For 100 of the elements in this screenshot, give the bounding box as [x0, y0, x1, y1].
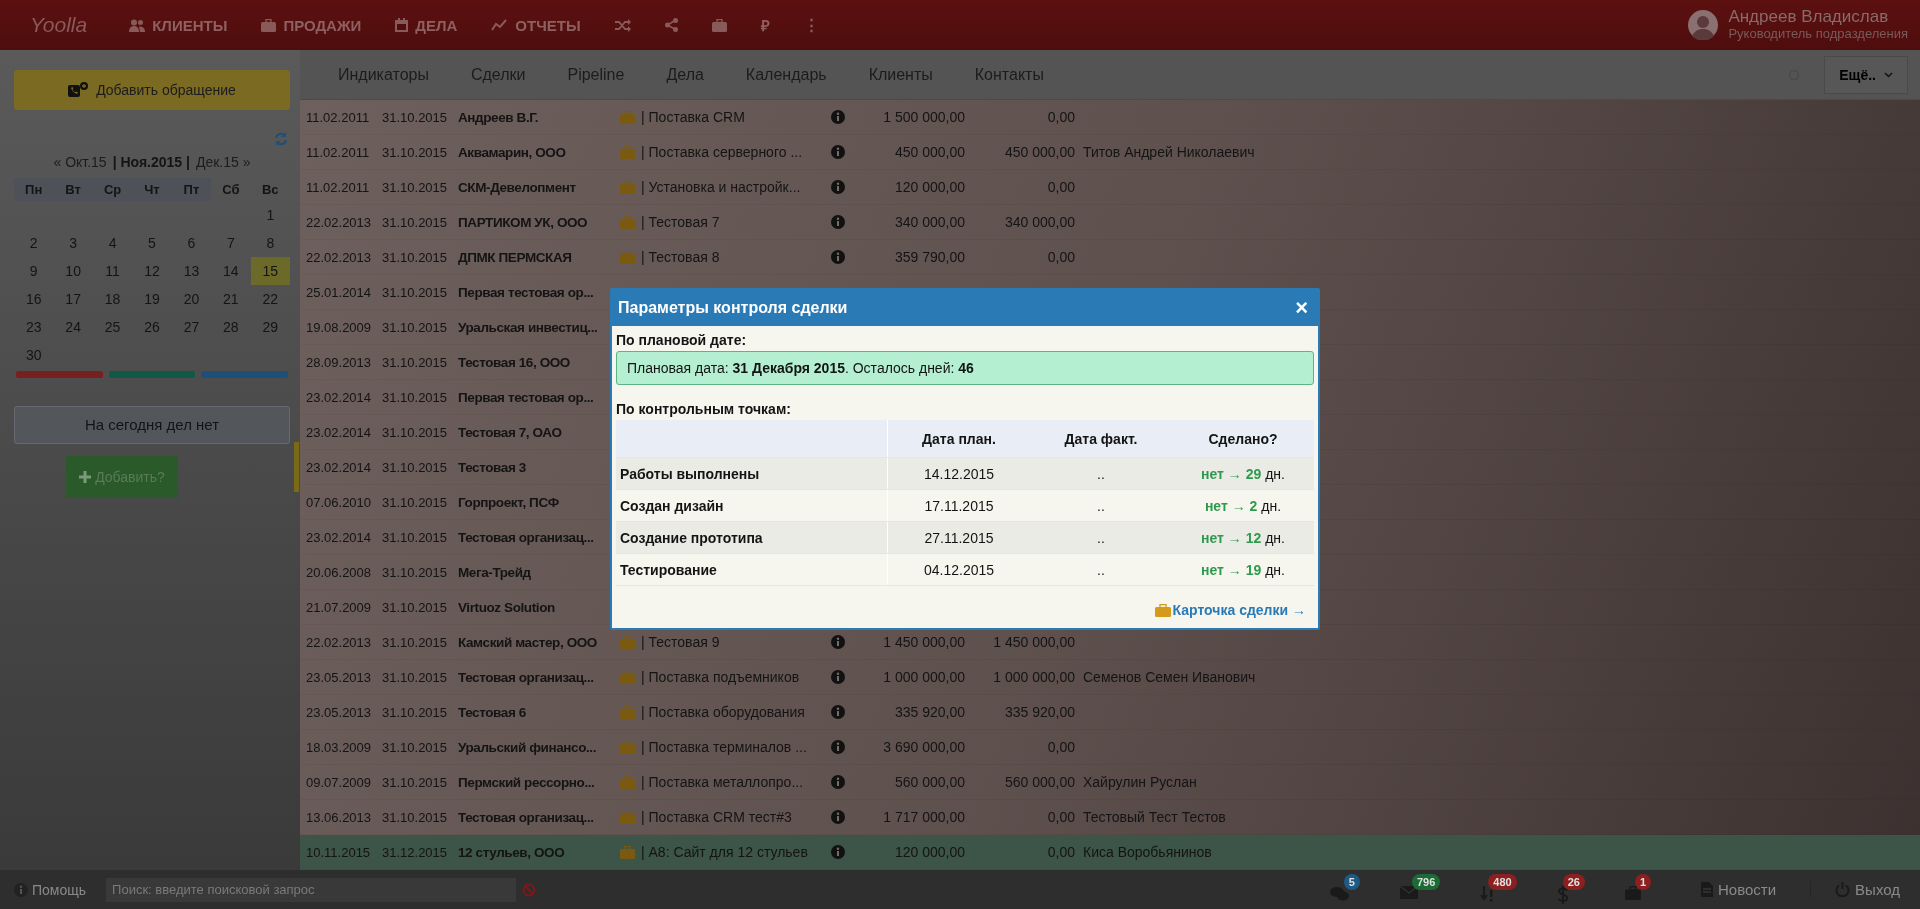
calendar-day[interactable]: 9 [14, 257, 54, 285]
deal-row[interactable]: 23.05.2013 31.10.2015 Тестовая 6 | Поставка оборудования 335 920,00 335 920,00 [300, 695, 1920, 730]
info-icon[interactable] [831, 215, 845, 229]
deal-row[interactable]: 23.05.2013 31.10.2015 Тестовая организац... | Поставка подъемников 1 000 000,00 1 000 000,00 Семенов Семен Иванович [300, 660, 1920, 695]
calendar-day[interactable]: 19 [132, 285, 172, 313]
deal-row[interactable]: 09.07.2009 31.10.2015 Пермский рессорно... | Поставка металлопро... 560 000,00 560 000,00 Хайрулин Руслан [300, 765, 1920, 800]
calendar-day[interactable]: 22 [250, 285, 290, 313]
client-link[interactable]: Андреев В.Г. [458, 109, 620, 125]
client-link[interactable]: ДПМК ПЕРМСКАЯ [458, 249, 620, 265]
calendar-day[interactable]: 16 [14, 285, 54, 313]
deal-link[interactable]: | А8: Сайт для 12 стульев [641, 844, 831, 860]
previous-month-link[interactable]: « Окт.15 [53, 154, 107, 170]
deal-link[interactable]: | Тестовая 7 [641, 214, 831, 230]
nav-link[interactable]: ПРОДАЖИ [261, 16, 362, 34]
deal-row[interactable]: 11.02.2011 31.10.2015 СКМ-Девелопмент | Установка и настройк... 120 000,00 0,00 [300, 170, 1920, 205]
client-link[interactable]: Тестовая организац... [458, 809, 620, 825]
shuffle-icon[interactable] [614, 18, 631, 32]
calendar-day[interactable]: 10 [53, 257, 93, 285]
notification-counter[interactable]: 26 [1556, 873, 1585, 906]
calendar-day[interactable]: 29 [250, 313, 290, 341]
client-link[interactable]: СКМ-Девелопмент [458, 179, 620, 195]
deal-link[interactable]: | Поставка серверного ... [641, 144, 831, 160]
client-link[interactable]: ПАРТИКОМ УК, ООО [458, 214, 620, 230]
client-link[interactable]: Тестовая 6 [458, 704, 620, 720]
share-icon[interactable] [664, 18, 678, 32]
client-link[interactable]: Пермский рессорно... [458, 774, 620, 790]
deal-link[interactable]: | Поставка CRM тест#3 [641, 809, 831, 825]
calendar-day[interactable]: 21 [211, 285, 251, 313]
notification-counter[interactable]: 1 [1624, 873, 1652, 906]
deal-link[interactable]: | Поставка терминалов ... [641, 739, 831, 755]
add-call-button[interactable]: Добавить обращение [14, 70, 290, 110]
tab[interactable]: Индикаторы [338, 65, 429, 84]
calendar-day[interactable]: 1 [250, 201, 290, 229]
deal-link[interactable]: | Поставка подъемников [641, 669, 831, 685]
more-dropdown[interactable]: Ещё.. [1824, 55, 1908, 94]
deal-link[interactable]: | Тестовая 9 [641, 634, 831, 650]
search-field[interactable]: Поиск: введите поисковой запрос [106, 877, 517, 902]
nav-link[interactable]: ₽ [760, 15, 770, 35]
deal-link[interactable]: | Тестовая 8 [641, 249, 831, 265]
tab[interactable]: Дела [666, 65, 704, 84]
info-icon[interactable] [831, 810, 845, 824]
nav-link[interactable]: КЛИЕНТЫ [129, 16, 228, 34]
deal-row[interactable]: 22.02.2013 31.10.2015 ПАРТИКОМ УК, ООО | Тестовая 7 340 000,00 340 000,00 [300, 205, 1920, 240]
info-icon[interactable] [831, 845, 845, 859]
deal-row[interactable]: 18.03.2009 31.10.2015 Уральский финансо... | Поставка терминалов ... 3 690 000,00 0,00 [300, 730, 1920, 765]
info-icon[interactable] [831, 250, 845, 264]
calendar-day[interactable]: 25 [92, 313, 133, 341]
calendar-day[interactable]: 20 [171, 285, 212, 313]
deal-row[interactable]: 10.11.2015 31.12.2015 12 стульев, ООО | А8: Сайт для 12 стульев 120 000,00 0,00 Киса Воробьянинов [300, 835, 1920, 870]
nav-link[interactable]: ДЕЛА [395, 16, 458, 34]
info-icon[interactable] [831, 635, 845, 649]
calendar-day[interactable]: 6 [171, 229, 212, 257]
calendar-day[interactable]: 14 [211, 257, 251, 285]
avatar[interactable] [1688, 10, 1719, 40]
info-icon[interactable] [831, 145, 845, 159]
close-button[interactable]: × [1295, 297, 1308, 319]
deal-card-link[interactable]: Карточка сделки → [1154, 602, 1306, 618]
nav-link[interactable]: ОТЧЕТЫ [491, 16, 581, 34]
notification-counter[interactable]: 796 [1399, 873, 1441, 906]
calendar-day[interactable]: 13 [171, 257, 212, 285]
help-link[interactable]: Помощь [14, 881, 87, 898]
calendar-day[interactable]: 24 [53, 313, 93, 341]
info-icon[interactable] [831, 110, 845, 124]
tab[interactable]: Pipeline [567, 65, 625, 84]
client-link[interactable]: Уральский финансо... [458, 739, 620, 755]
notification-counter[interactable]: 480 [1480, 873, 1517, 906]
calendar-day[interactable]: 17 [53, 285, 93, 313]
calendar-day[interactable]: 2 [14, 229, 54, 257]
calendar-day[interactable]: 8 [250, 229, 290, 257]
calendar-day[interactable]: 15 [250, 257, 290, 285]
news-link[interactable]: Новости [1701, 881, 1801, 898]
client-link[interactable]: Камский мастер, ООО [458, 634, 620, 650]
client-link[interactable]: Аквамарин, ООО [458, 144, 620, 160]
deal-link[interactable]: | Установка и настройк... [641, 179, 831, 195]
deal-row[interactable]: 22.02.2013 31.10.2015 ДПМК ПЕРМСКАЯ | Тестовая 8 359 790,00 0,00 [300, 240, 1920, 275]
deal-link[interactable]: | Поставка CRM [641, 109, 831, 125]
notification-counter[interactable]: 5 [1329, 873, 1360, 906]
client-link[interactable]: Тестовая организац... [458, 669, 620, 685]
tab[interactable]: Сделки [470, 65, 526, 84]
info-icon[interactable] [831, 180, 845, 194]
info-icon[interactable] [831, 740, 845, 754]
client-link[interactable]: 12 стульев, ООО [458, 844, 620, 860]
calendar-day[interactable]: 7 [211, 229, 251, 257]
info-icon[interactable] [831, 670, 845, 684]
calendar-day[interactable]: 3 [53, 229, 93, 257]
logout-link[interactable]: Выход [1810, 881, 1906, 898]
calendar-day[interactable]: 5 [132, 229, 172, 257]
tab[interactable]: Клиенты [868, 65, 933, 84]
deal-link[interactable]: | Поставка оборудования [641, 704, 831, 720]
calendar-day[interactable]: 30 [14, 341, 54, 369]
briefcase-icon[interactable] [711, 18, 727, 32]
calendar-day[interactable]: 28 [211, 313, 251, 341]
calendar-day[interactable]: 18 [92, 285, 133, 313]
calendar-day[interactable]: 12 [132, 257, 172, 285]
info-icon[interactable] [831, 775, 845, 789]
nav-link[interactable]: ⋮ [803, 16, 819, 34]
deal-link[interactable]: | Поставка металлопро... [641, 774, 831, 790]
deal-row[interactable]: 11.02.2011 31.10.2015 Аквамарин, ООО | Поставка серверного ... 450 000,00 450 000,00 Титов Андрей Николаевич [300, 135, 1920, 170]
info-icon[interactable] [831, 705, 845, 719]
logo[interactable]: Yoolla [30, 13, 88, 37]
